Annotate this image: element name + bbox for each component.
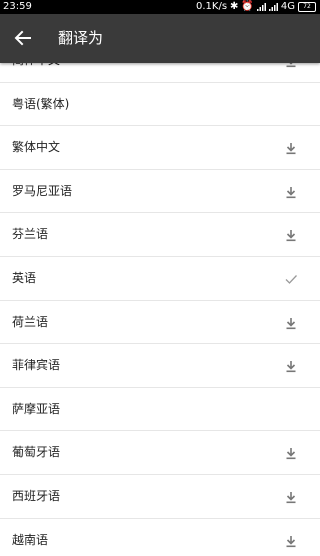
download-icon[interactable] xyxy=(284,358,298,373)
download-icon[interactable] xyxy=(284,315,298,329)
download-icon[interactable] xyxy=(284,445,298,460)
download-icon[interactable] xyxy=(284,140,298,155)
download-icon[interactable] xyxy=(284,489,298,504)
language-row[interactable]: 葡萄牙语 xyxy=(0,431,320,475)
download-icon[interactable] xyxy=(284,533,298,547)
page-title: 翻译为 xyxy=(58,29,104,47)
alarm-icon: ⏰ xyxy=(241,1,254,12)
language-row[interactable]: 越南语 xyxy=(0,519,320,556)
language-row[interactable]: 罗马尼亚语 xyxy=(0,170,320,214)
language-list-inner: 简体中文粤语(繁体) 繁体中文罗马尼亚语芬兰语英语荷兰语菲律宾语萨摩亚语葡萄牙语西… xyxy=(0,63,320,556)
language-label: 繁体中文 xyxy=(12,140,61,155)
network-type: 4G xyxy=(280,1,295,12)
status-time: 23:59 xyxy=(3,1,32,12)
download-icon[interactable] xyxy=(284,227,298,242)
language-label: 芬兰语 xyxy=(12,227,49,242)
app-bar: 翻译为 xyxy=(0,14,320,63)
check-icon xyxy=(284,271,298,285)
language-label: 罗马尼亚语 xyxy=(12,183,73,198)
language-label: 英语 xyxy=(12,270,37,285)
language-row[interactable]: 菲律宾语 xyxy=(0,344,320,388)
language-row[interactable]: 西班牙语 xyxy=(0,475,320,519)
language-label: 越南语 xyxy=(12,532,49,547)
battery-icon: 72 xyxy=(298,2,316,12)
language-label: 葡萄牙语 xyxy=(12,445,61,460)
status-bar: 23:59 0.1K/s ✱ ⏰ 4G 72 xyxy=(0,0,320,14)
status-right: 0.1K/s ✱ ⏰ 4G 72 xyxy=(196,0,316,14)
language-label: 西班牙语 xyxy=(12,488,61,503)
language-label: 荷兰语 xyxy=(12,314,49,329)
language-label: 萨摩亚语 xyxy=(12,401,61,416)
language-row[interactable]: 简体中文 xyxy=(0,63,320,83)
wifi-signal-icon xyxy=(256,3,266,11)
language-row[interactable]: 荷兰语 xyxy=(0,301,320,345)
bluetooth-icon: ✱ xyxy=(230,1,239,12)
download-icon[interactable] xyxy=(284,63,298,68)
language-row[interactable]: 萨摩亚语 xyxy=(0,388,320,432)
back-arrow-icon[interactable] xyxy=(12,27,34,49)
language-label: 粤语(繁体) xyxy=(12,96,70,111)
language-row[interactable]: 粤语(繁体) xyxy=(0,83,320,127)
language-label: 菲律宾语 xyxy=(12,358,61,373)
language-label: 简体中文 xyxy=(12,63,60,82)
download-icon[interactable] xyxy=(284,184,298,198)
network-speed: 0.1K/s xyxy=(195,1,228,12)
cell-signal-icon xyxy=(268,3,278,11)
language-list[interactable]: 简体中文粤语(繁体) 繁体中文罗马尼亚语芬兰语英语荷兰语菲律宾语萨摩亚语葡萄牙语西… xyxy=(0,63,320,556)
language-row[interactable]: 英语 xyxy=(0,257,320,301)
language-row[interactable]: 芬兰语 xyxy=(0,213,320,257)
language-row[interactable]: 繁体中文 xyxy=(0,126,320,170)
